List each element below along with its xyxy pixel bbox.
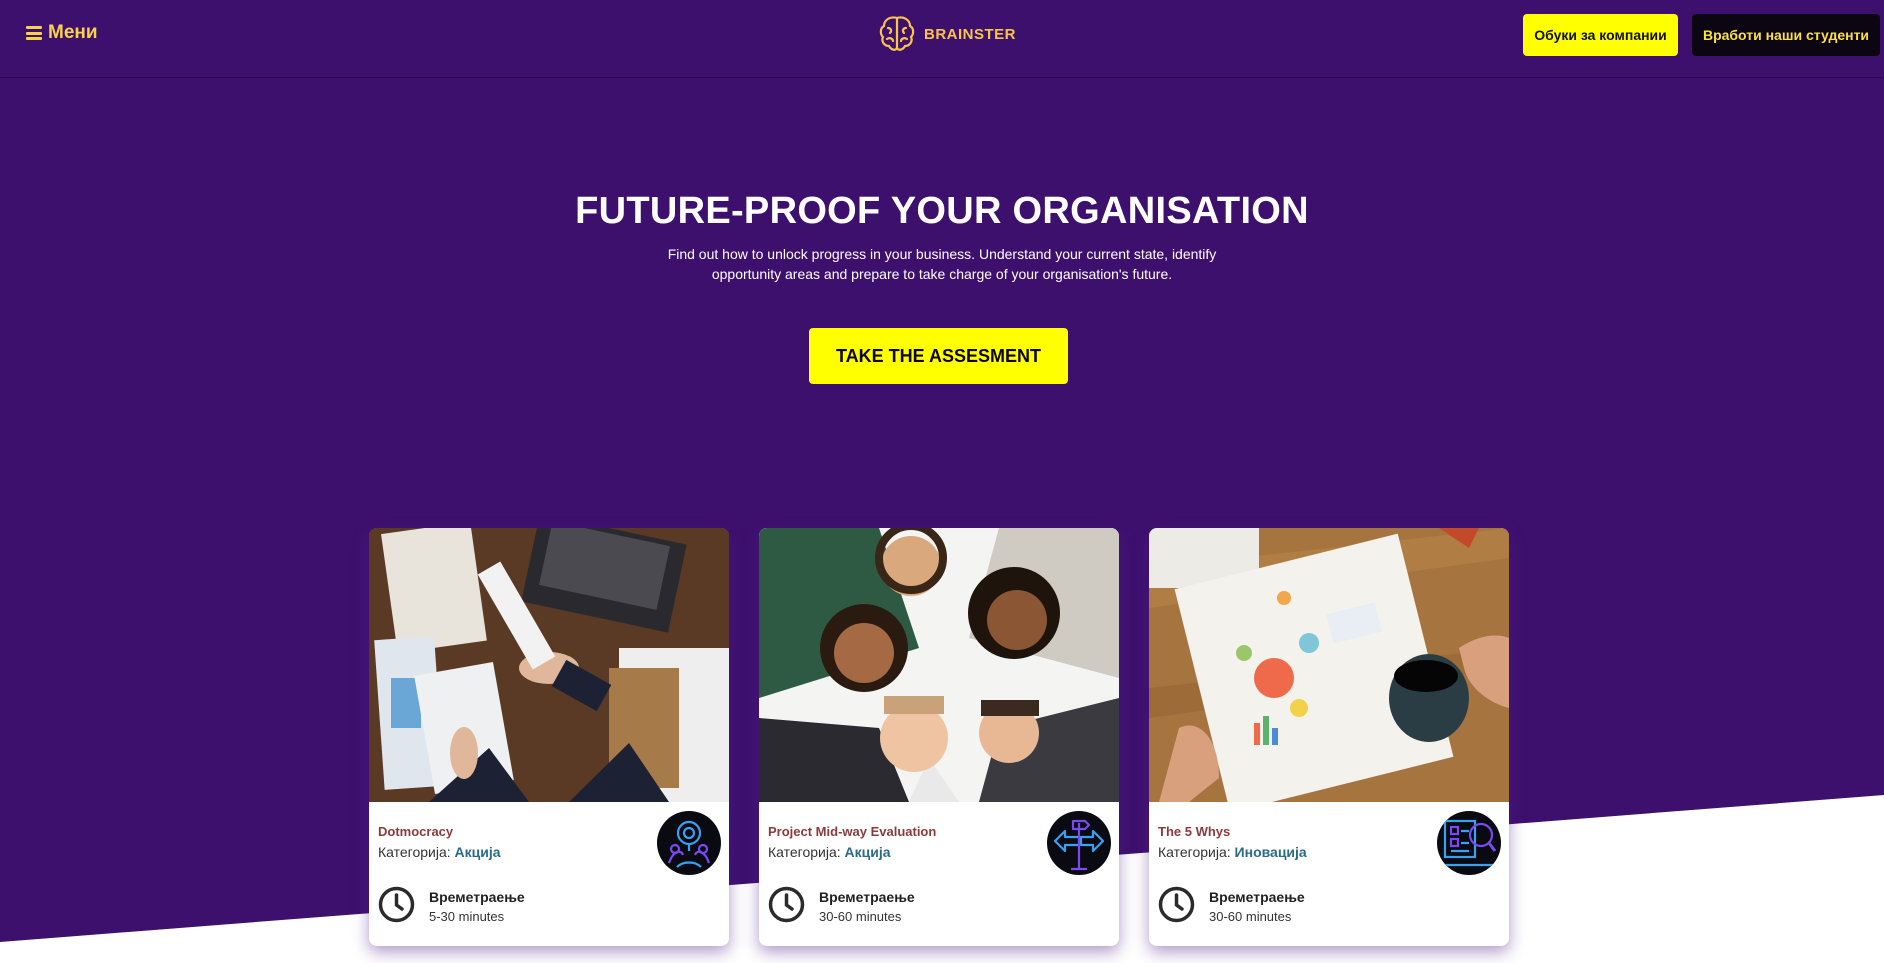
category-prefix: Категорија: <box>1158 844 1231 860</box>
card-image-handshake <box>369 528 729 802</box>
tool-card-the-5-whys[interactable]: The 5 Whys Категорија: Иновација Времетр… <box>1149 528 1509 946</box>
magnifier-analysis-icon <box>1437 811 1501 875</box>
hamburger-icon <box>26 26 42 40</box>
tool-card-project-midway-evaluation[interactable]: Project Mid-way Evaluation Категорија: А… <box>759 528 1119 946</box>
top-navbar: Мени BRAINSTER Обуки за компании Вработи… <box>0 0 1884 78</box>
category-link[interactable]: Иновација <box>1235 844 1307 860</box>
duration-label: Времетраење <box>1209 889 1305 905</box>
duration-label: Времетраење <box>429 889 525 905</box>
logo-text: BRAINSTER <box>924 25 1017 43</box>
card-category: Категорија: Акција <box>378 844 501 860</box>
card-title[interactable]: Project Mid-way Evaluation <box>768 824 936 839</box>
card-image-notebook-coffee <box>1149 528 1509 802</box>
card-category: Категорија: Акција <box>768 844 891 860</box>
brain-logo-icon <box>879 16 915 51</box>
hire-students-button[interactable]: Вработи наши студенти <box>1692 14 1880 56</box>
companies-training-button[interactable]: Обуки за компании <box>1523 14 1678 56</box>
category-link[interactable]: Акција <box>845 844 891 860</box>
hero-title: FUTURE-PROOF YOUR ORGANISATION <box>575 190 1309 232</box>
clock-icon <box>768 886 805 923</box>
take-assessment-button[interactable]: TAKE THE ASSESMENT <box>809 328 1068 384</box>
card-title[interactable]: Dotmocracy <box>378 824 453 839</box>
duration-value: 30-60 minutes <box>1209 909 1292 924</box>
menu-label: Мени <box>48 22 98 43</box>
hero-subtitle: Find out how to unlock progress in your … <box>667 246 1217 282</box>
location-people-icon <box>657 811 721 875</box>
brainster-logo[interactable]: BRAINSTER <box>878 14 1016 54</box>
duration-value: 30-60 minutes <box>819 909 902 924</box>
category-prefix: Категорија: <box>378 844 451 860</box>
clock-icon <box>1158 886 1195 923</box>
card-category: Категорија: Иновација <box>1158 844 1307 860</box>
card-image-team-circle <box>759 528 1119 802</box>
duration-value: 5-30 minutes <box>429 909 505 924</box>
clock-icon <box>378 886 415 923</box>
category-link[interactable]: Акција <box>455 844 501 860</box>
card-title[interactable]: The 5 Whys <box>1158 824 1230 839</box>
signpost-arrows-icon <box>1047 811 1111 875</box>
duration-label: Времетраење <box>819 889 915 905</box>
menu-button[interactable]: Мени <box>26 22 98 44</box>
tool-card-dotmocracy[interactable]: Dotmocracy Категорија: Акција Времетраењ… <box>369 528 729 946</box>
category-prefix: Категорија: <box>768 844 841 860</box>
